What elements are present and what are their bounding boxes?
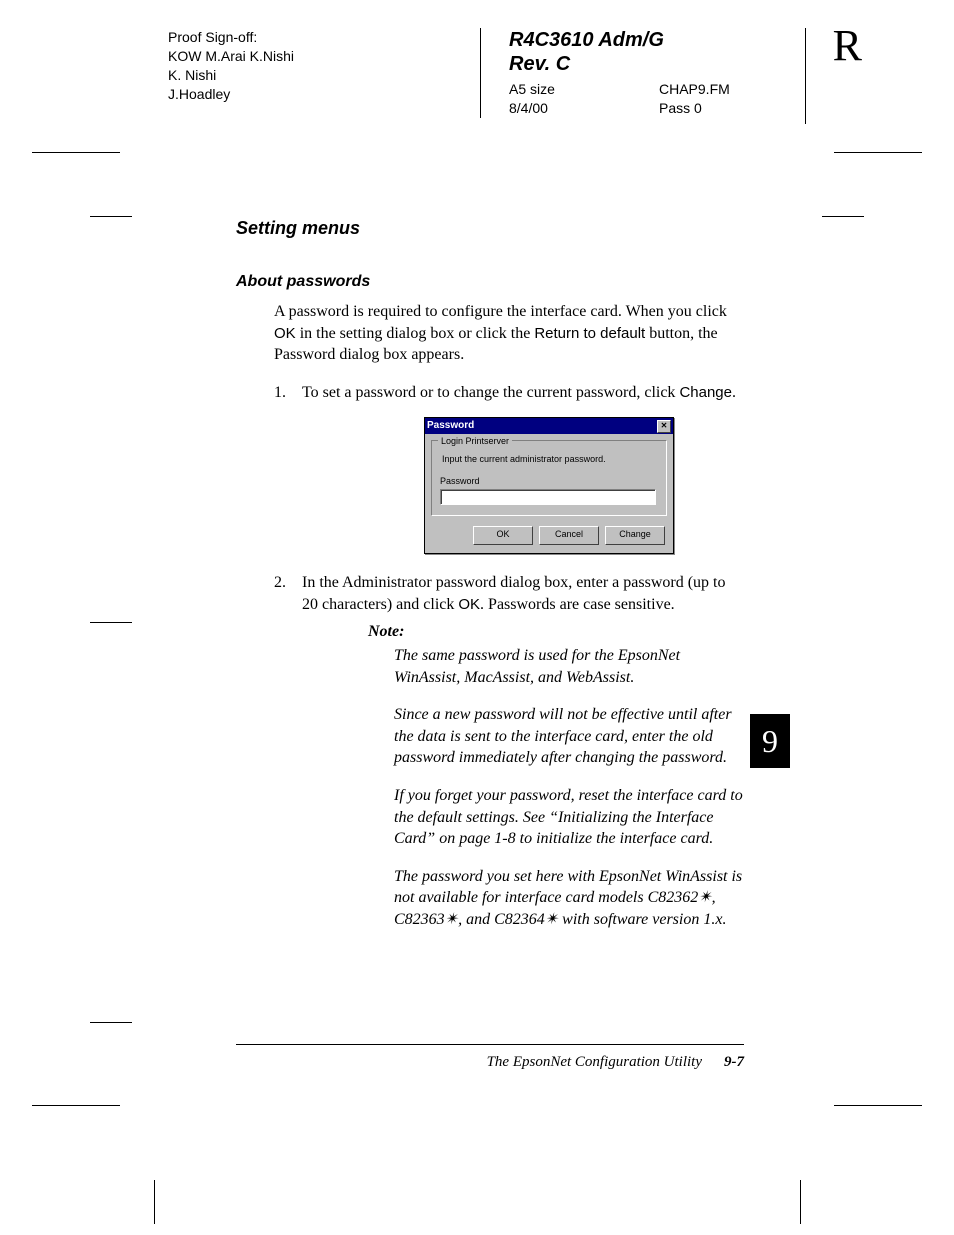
ok-button[interactable]: OK	[473, 526, 533, 545]
text: . Passwords are case sensitive.	[480, 596, 675, 613]
dialog-title: Password	[427, 419, 474, 433]
text: .	[732, 384, 736, 401]
proof-line: K. Nishi	[168, 66, 480, 85]
doc-meta: R4C3610 Adm/G Rev. C A5 size CHAP9.FM 8/…	[487, 28, 809, 118]
note-paragraph: If you forget your password, reset the i…	[394, 785, 744, 850]
chapter-tab: 9	[750, 714, 790, 768]
text: A password is required to configure the …	[274, 303, 727, 320]
step-1: To set a password or to change the curre…	[274, 382, 744, 554]
crop-mark	[32, 1105, 120, 1106]
proof-label: Proof Sign-off:	[168, 28, 480, 47]
crop-mark	[822, 216, 864, 217]
step-2: In the Administrator password dialog box…	[274, 572, 744, 930]
footer-page: 9-7	[724, 1054, 744, 1070]
note-label: Note:	[368, 621, 744, 643]
dialog-instruction: Input the current administrator password…	[442, 453, 658, 465]
crop-mark	[834, 152, 922, 153]
dialog-titlebar: Password ✕	[425, 418, 673, 434]
login-groupbox: Login Printserver Input the current admi…	[431, 440, 667, 516]
change-button[interactable]: Change	[605, 526, 665, 545]
crop-mark	[90, 1022, 132, 1023]
page-footer: The EpsonNet Configuration Utility 9-7	[236, 1044, 744, 1071]
doc-date: 8/4/00	[509, 99, 659, 118]
ui-term-ok: OK	[458, 596, 480, 613]
ui-term-ok: OK	[274, 325, 296, 342]
doc-size: A5 size	[509, 80, 659, 99]
proof-line: KOW M.Arai K.Nishi	[168, 47, 480, 66]
corner-letter: R	[833, 20, 862, 71]
heading-about-passwords: About passwords	[236, 273, 744, 291]
password-input[interactable]	[440, 489, 656, 505]
proof-signoff: Proof Sign-off: KOW M.Arai K.Nishi K. Ni…	[168, 28, 480, 118]
footer-title: The EpsonNet Configuration Utility	[487, 1054, 702, 1070]
note-paragraph: The same password is used for the EpsonN…	[394, 645, 744, 688]
ui-term-return-default: Return to default	[534, 325, 645, 342]
close-icon[interactable]: ✕	[657, 420, 671, 433]
doc-title: R4C3610 Adm/G	[509, 28, 809, 52]
group-label: Login Printserver	[438, 435, 512, 447]
password-dialog: Password ✕ Login Printserver Input the c…	[424, 417, 674, 554]
ui-term-change: Change	[679, 384, 732, 401]
crop-mark	[800, 1180, 801, 1224]
doc-file: CHAP9.FM	[659, 80, 809, 99]
doc-rev: Rev. C	[509, 52, 809, 76]
note-paragraph: Since a new password will not be effecti…	[394, 704, 744, 769]
text: To set a password or to change the curre…	[302, 384, 679, 401]
crop-mark	[90, 216, 132, 217]
intro-paragraph: A password is required to configure the …	[274, 301, 744, 366]
crop-mark	[90, 622, 132, 623]
proof-line: J.Hoadley	[168, 85, 480, 104]
doc-pass: Pass 0	[659, 99, 809, 118]
cancel-button[interactable]: Cancel	[539, 526, 599, 545]
header-divider	[480, 28, 481, 118]
crop-mark	[154, 1180, 155, 1224]
crop-mark	[32, 152, 120, 153]
note-paragraph: The password you set here with EpsonNet …	[394, 866, 744, 931]
header-divider	[805, 28, 806, 124]
password-field-label: Password	[440, 475, 658, 487]
crop-mark	[834, 1105, 922, 1106]
heading-setting-menus: Setting menus	[236, 218, 744, 239]
text: in the setting dialog box or click the	[296, 325, 535, 342]
